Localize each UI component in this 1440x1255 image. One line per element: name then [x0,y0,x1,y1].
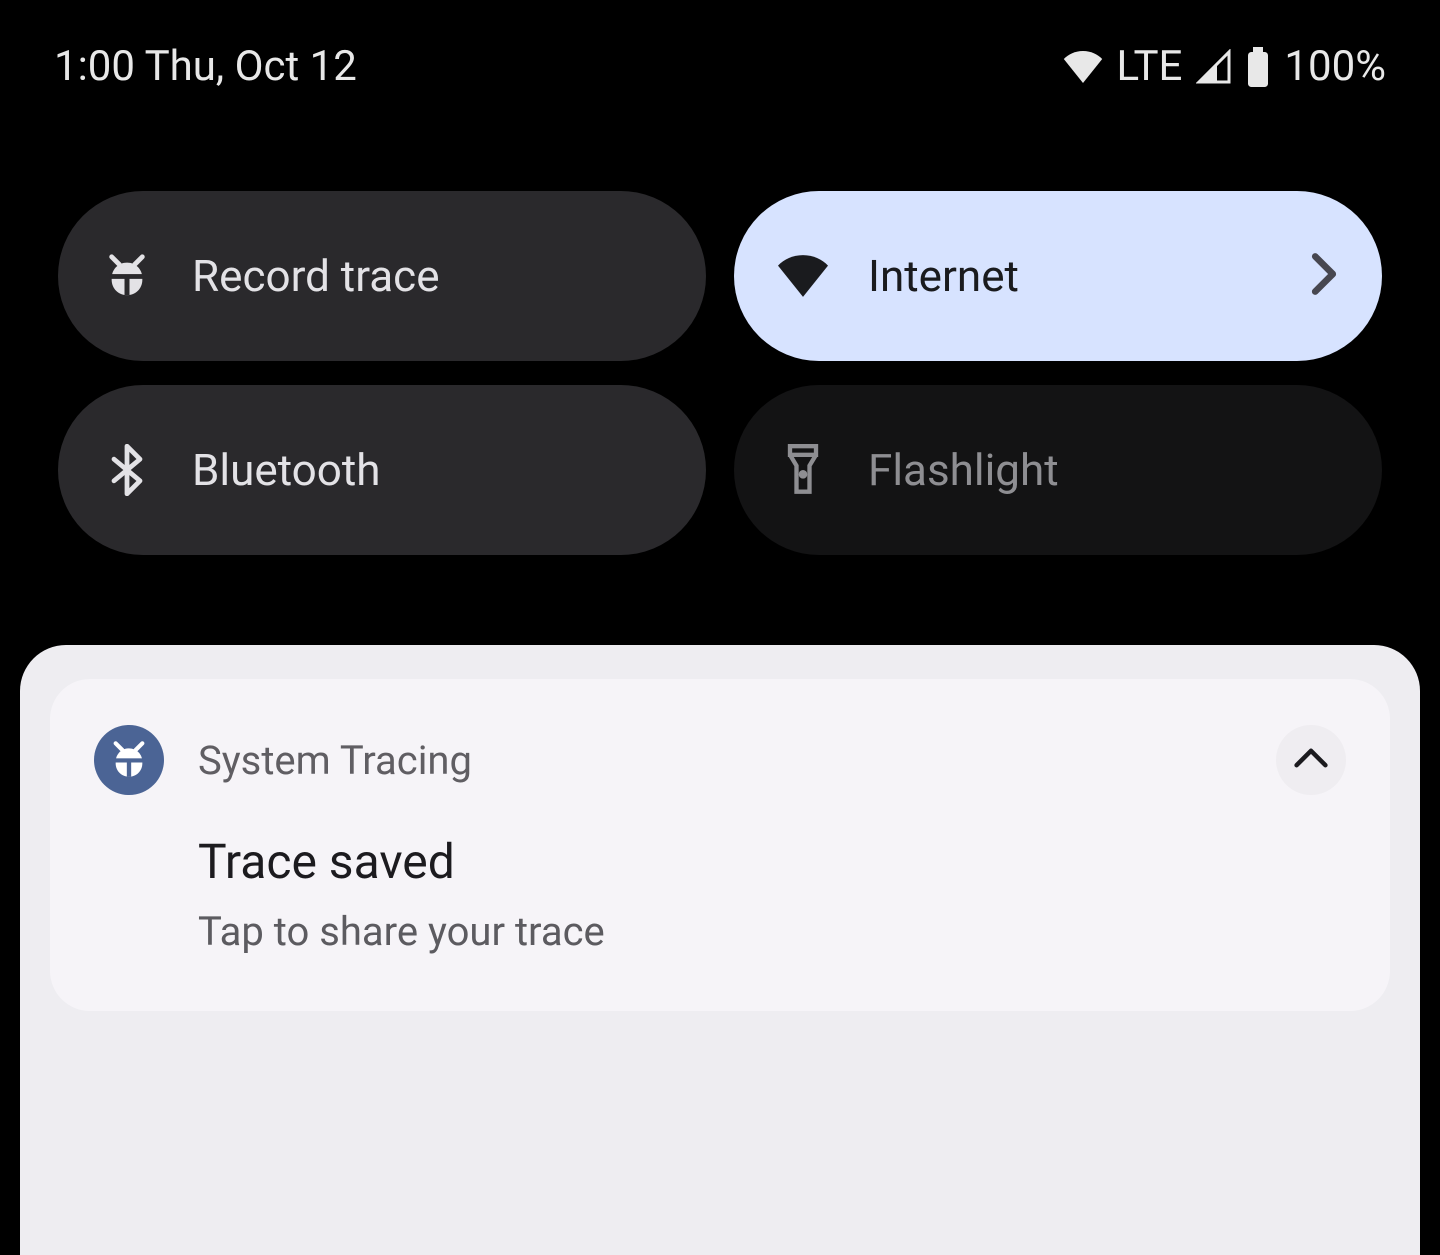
collapse-button[interactable] [1276,725,1346,795]
app-icon-bug [94,725,164,795]
record-trace-tile[interactable]: Record trace [58,191,706,361]
flashlight-icon [778,445,828,495]
notification-shade: System Tracing Trace saved Tap to share … [0,625,1440,1255]
chevron-up-icon [1293,747,1329,773]
notification-body: Trace saved Tap to share your trace [198,833,1346,955]
status-bar: 1:00 Thu, Oct 12 LTE 100% [0,0,1440,91]
tile-label: Flashlight [868,444,1338,496]
network-label: LTE [1117,42,1183,91]
notification-card[interactable]: System Tracing Trace saved Tap to share … [50,679,1390,1011]
chevron-right-icon [1310,252,1338,300]
bluetooth-tile[interactable]: Bluetooth [58,385,706,555]
tile-label: Internet [868,250,1270,302]
notification-subtitle: Tap to share your trace [198,908,1346,955]
internet-tile[interactable]: Internet [734,191,1382,361]
wifi-status-icon [1063,51,1103,83]
status-time-date: 1:00 Thu, Oct 12 [54,42,357,91]
notification-container: System Tracing Trace saved Tap to share … [20,645,1420,1255]
notification-header: System Tracing [94,725,1346,795]
bluetooth-icon [102,445,152,495]
tile-label: Record trace [192,250,662,302]
notification-app-name: System Tracing [198,737,1242,784]
status-right: LTE 100% [1063,42,1387,91]
battery-icon [1246,47,1270,87]
flashlight-tile[interactable]: Flashlight [734,385,1382,555]
tile-label: Bluetooth [192,444,662,496]
wifi-icon [778,251,828,301]
battery-percent: 100% [1284,42,1386,91]
quick-settings-panel: Record trace Internet Bluetooth [0,191,1440,555]
bug-icon [102,251,152,301]
notification-title: Trace saved [198,833,1346,890]
cellular-signal-icon [1196,49,1232,85]
